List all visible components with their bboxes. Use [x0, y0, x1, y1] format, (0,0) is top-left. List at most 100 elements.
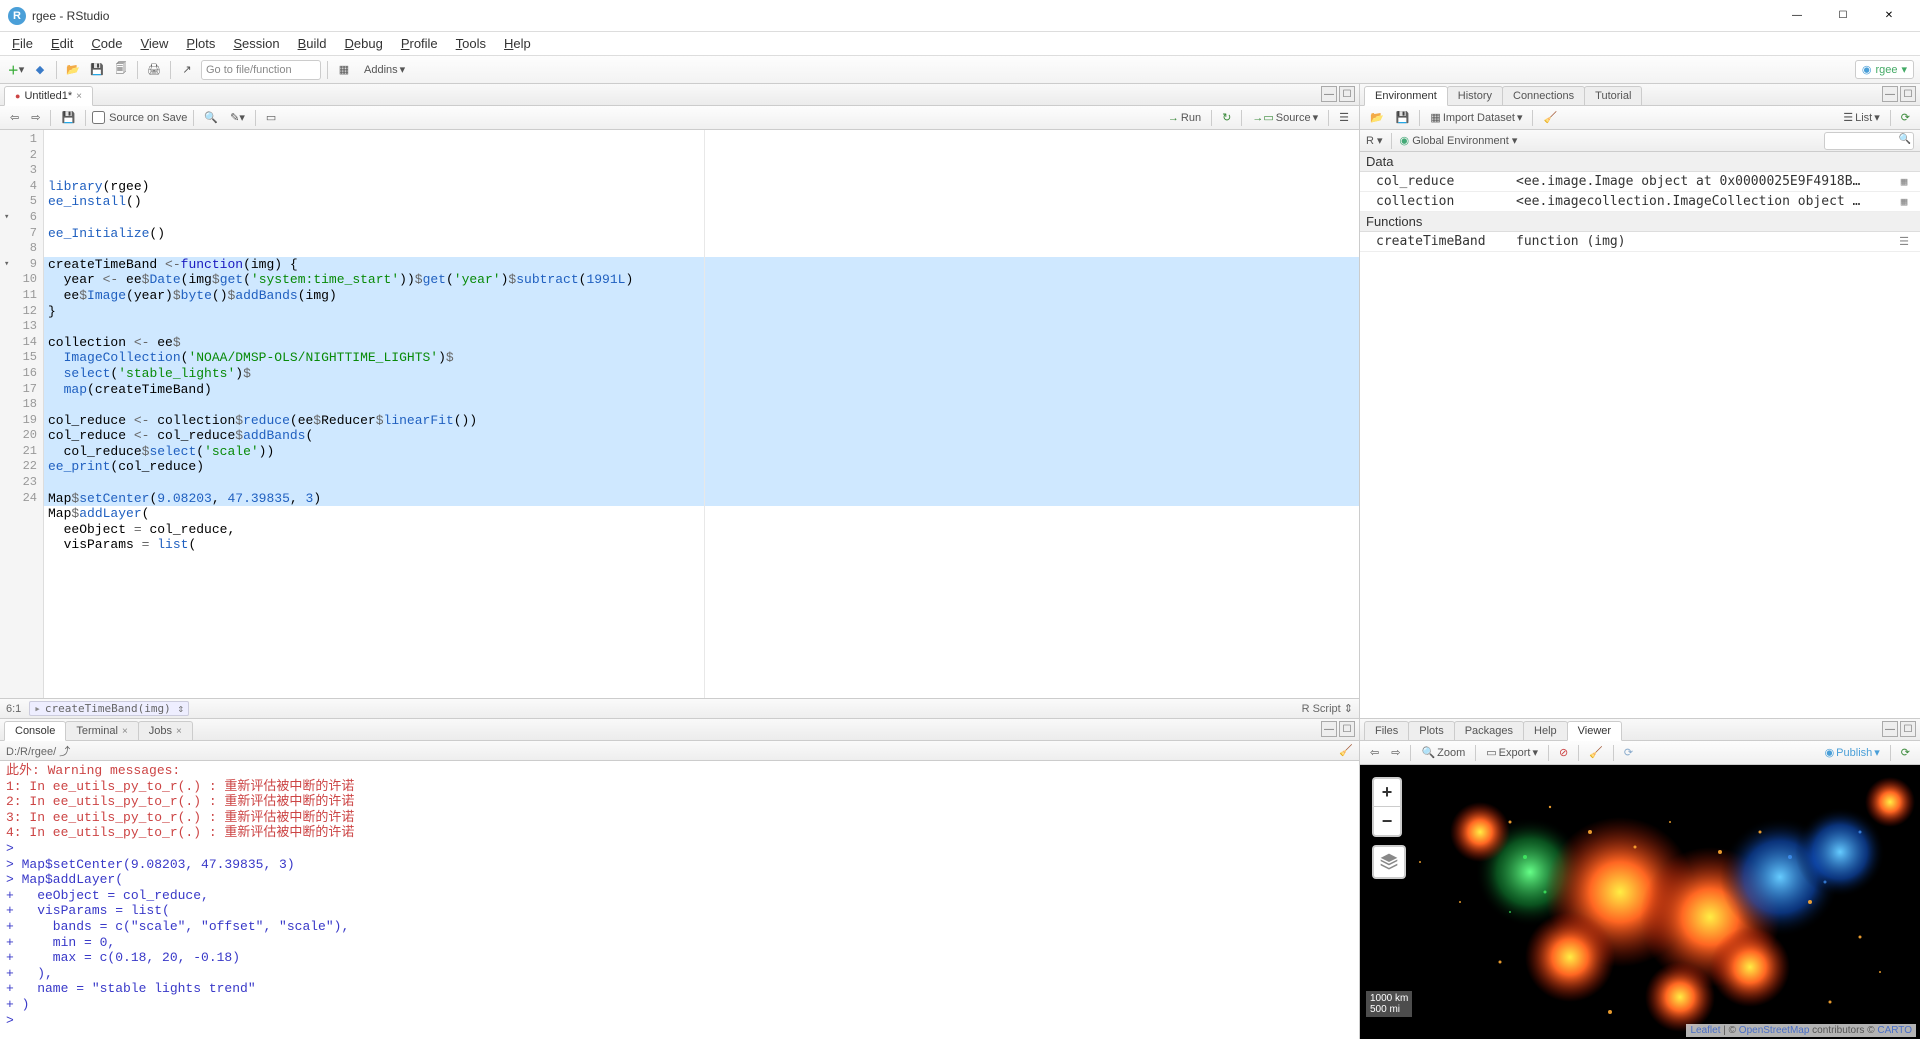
code-editor[interactable]: 123456▾789▾10111213141516171819202122232…	[0, 130, 1359, 698]
zoom-in-button[interactable]: +	[1372, 777, 1402, 807]
tab-help[interactable]: Help	[1523, 721, 1568, 740]
wand-button[interactable]: ✎▾	[226, 109, 249, 127]
menu-item-file[interactable]: File	[4, 34, 41, 53]
maximize-pane-button[interactable]: ☐	[1339, 721, 1355, 737]
notebook-button[interactable]: ▭	[262, 109, 280, 127]
new-project-button[interactable]: ◆	[30, 60, 50, 80]
zoom-button[interactable]: 🔍 Zoom	[1417, 744, 1469, 762]
close-icon[interactable]: ×	[176, 726, 182, 737]
menu-item-session[interactable]: Session	[225, 34, 287, 53]
console-output[interactable]: 此外: Warning messages:1: In ee_utils_py_t…	[0, 761, 1359, 1039]
tab-console[interactable]: Console	[4, 721, 66, 741]
goto-file-input[interactable]: Go to file/function	[201, 60, 321, 80]
menu-item-build[interactable]: Build	[290, 34, 335, 53]
save-button[interactable]: 💾	[87, 60, 107, 80]
project-selector[interactable]: ◉ rgee ▾	[1855, 60, 1914, 79]
open-file-button[interactable]: 📂	[63, 60, 83, 80]
close-icon[interactable]: ×	[122, 726, 128, 737]
clear-console-button[interactable]: 🧹	[1339, 744, 1353, 757]
close-button[interactable]: ✕	[1866, 1, 1912, 31]
menu-item-edit[interactable]: Edit	[43, 34, 81, 53]
env-row-createTimeBand[interactable]: createTimeBandfunction (img)☰	[1360, 232, 1920, 252]
viewer-forward-button[interactable]: ⇨	[1387, 744, 1404, 762]
publish-button[interactable]: ◉ Publish ▾	[1821, 744, 1884, 762]
menu-item-tools[interactable]: Tools	[448, 34, 494, 53]
scope-r-button[interactable]: R ▾	[1366, 134, 1383, 147]
map-canvas[interactable]	[1360, 765, 1920, 1039]
scope-global-button[interactable]: ◉ Global Environment ▾	[1400, 134, 1518, 147]
viewer-body[interactable]: + − 1000 km 500 mi Leaflet | © OpenStree…	[1360, 765, 1920, 1039]
tab-terminal[interactable]: Terminal ×	[65, 721, 138, 740]
minimize-pane-button[interactable]: —	[1321, 86, 1337, 102]
save-button[interactable]: 💾	[57, 109, 79, 127]
tab-files[interactable]: Files	[1364, 721, 1409, 740]
environment-pane: EnvironmentHistoryConnectionsTutorial — …	[1360, 84, 1920, 719]
menu-item-view[interactable]: View	[132, 34, 176, 53]
minimize-pane-button[interactable]: —	[1321, 721, 1337, 737]
console-path[interactable]: D:/R/rgee/	[6, 746, 56, 758]
maximize-button[interactable]: ☐	[1820, 1, 1866, 31]
menu-item-plots[interactable]: Plots	[178, 34, 223, 53]
tab-connections[interactable]: Connections	[1502, 86, 1585, 105]
clear-viewer-button[interactable]: 🧹	[1585, 744, 1607, 762]
maximize-pane-button[interactable]: ☐	[1900, 86, 1916, 102]
new-file-button[interactable]: ＋▾	[6, 60, 26, 80]
tab-viewer[interactable]: Viewer	[1567, 721, 1622, 741]
tab-environment[interactable]: Environment	[1364, 86, 1448, 106]
grid-button[interactable]: ▦	[334, 60, 354, 80]
refresh-button[interactable]: ⟳	[1897, 109, 1914, 127]
rerun-button[interactable]: ↻	[1218, 109, 1235, 127]
carto-link[interactable]: CARTO	[1877, 1025, 1912, 1036]
refresh-viewer-button[interactable]: ⟳	[1897, 744, 1914, 762]
file-type-label[interactable]: R Script ⇕	[1302, 702, 1353, 715]
back-button[interactable]: ⇦	[6, 109, 23, 127]
minimize-button[interactable]: —	[1774, 1, 1820, 31]
print-button[interactable]: 🖨	[144, 60, 164, 80]
minimize-pane-button[interactable]: —	[1882, 721, 1898, 737]
maximize-pane-button[interactable]: ☐	[1900, 721, 1916, 737]
osm-link[interactable]: OpenStreetMap	[1739, 1025, 1810, 1036]
close-icon[interactable]: ×	[76, 91, 82, 102]
env-row-collection[interactable]: collection<ee.imagecollection.ImageColle…	[1360, 192, 1920, 212]
tab-history[interactable]: History	[1447, 86, 1503, 105]
tab-packages[interactable]: Packages	[1454, 721, 1524, 740]
inspect-icon[interactable]: ▦	[1894, 175, 1914, 188]
forward-button[interactable]: ⇨	[27, 109, 44, 127]
function-context[interactable]: ▸createTimeBand(img) ⇕	[29, 701, 189, 716]
addins-menu[interactable]: Addins ▾	[358, 60, 411, 80]
list-view-button[interactable]: ☰ List ▾	[1839, 109, 1884, 127]
menu-item-help[interactable]: Help	[496, 34, 539, 53]
inspect-icon[interactable]: ☰	[1894, 235, 1914, 248]
menu-item-debug[interactable]: Debug	[337, 34, 391, 53]
line-gutter: 123456▾789▾10111213141516171819202122232…	[0, 130, 44, 698]
sync-button[interactable]: ⟳	[1620, 744, 1637, 762]
tab-tutorial[interactable]: Tutorial	[1584, 86, 1642, 105]
remove-button[interactable]: ⊘	[1555, 744, 1572, 762]
import-dataset-button[interactable]: ▦ Import Dataset ▾	[1426, 109, 1526, 127]
run-button[interactable]: → Run	[1164, 109, 1205, 127]
tab-plots[interactable]: Plots	[1408, 721, 1454, 740]
env-row-col_reduce[interactable]: col_reduce<ee.image.Image object at 0x00…	[1360, 172, 1920, 192]
find-button[interactable]: 🔍	[200, 109, 222, 127]
menu-item-profile[interactable]: Profile	[393, 34, 446, 53]
separator	[170, 61, 171, 79]
source-tab-untitled[interactable]: ● Untitled1* ×	[4, 86, 93, 106]
save-all-button[interactable]: 🗐	[111, 60, 131, 80]
maximize-pane-button[interactable]: ☐	[1339, 86, 1355, 102]
inspect-icon[interactable]: ▦	[1894, 195, 1914, 208]
outline-button[interactable]: ☰	[1335, 109, 1353, 127]
layers-button[interactable]	[1372, 845, 1406, 879]
env-search-input[interactable]	[1824, 132, 1914, 150]
export-button[interactable]: ▭ Export ▾	[1482, 744, 1542, 762]
menu-item-code[interactable]: Code	[83, 34, 130, 53]
leaflet-link[interactable]: Leaflet	[1690, 1025, 1720, 1036]
viewer-back-button[interactable]: ⇦	[1366, 744, 1383, 762]
zoom-out-button[interactable]: −	[1372, 807, 1402, 837]
source-button[interactable]: →▭ Source ▾	[1248, 109, 1322, 127]
save-workspace-button[interactable]: 💾	[1392, 109, 1414, 127]
source-on-save-checkbox[interactable]	[92, 111, 105, 124]
minimize-pane-button[interactable]: —	[1882, 86, 1898, 102]
tab-jobs[interactable]: Jobs ×	[138, 721, 193, 740]
clear-objects-button[interactable]: 🧹	[1539, 109, 1561, 127]
load-workspace-button[interactable]: 📂	[1366, 109, 1388, 127]
